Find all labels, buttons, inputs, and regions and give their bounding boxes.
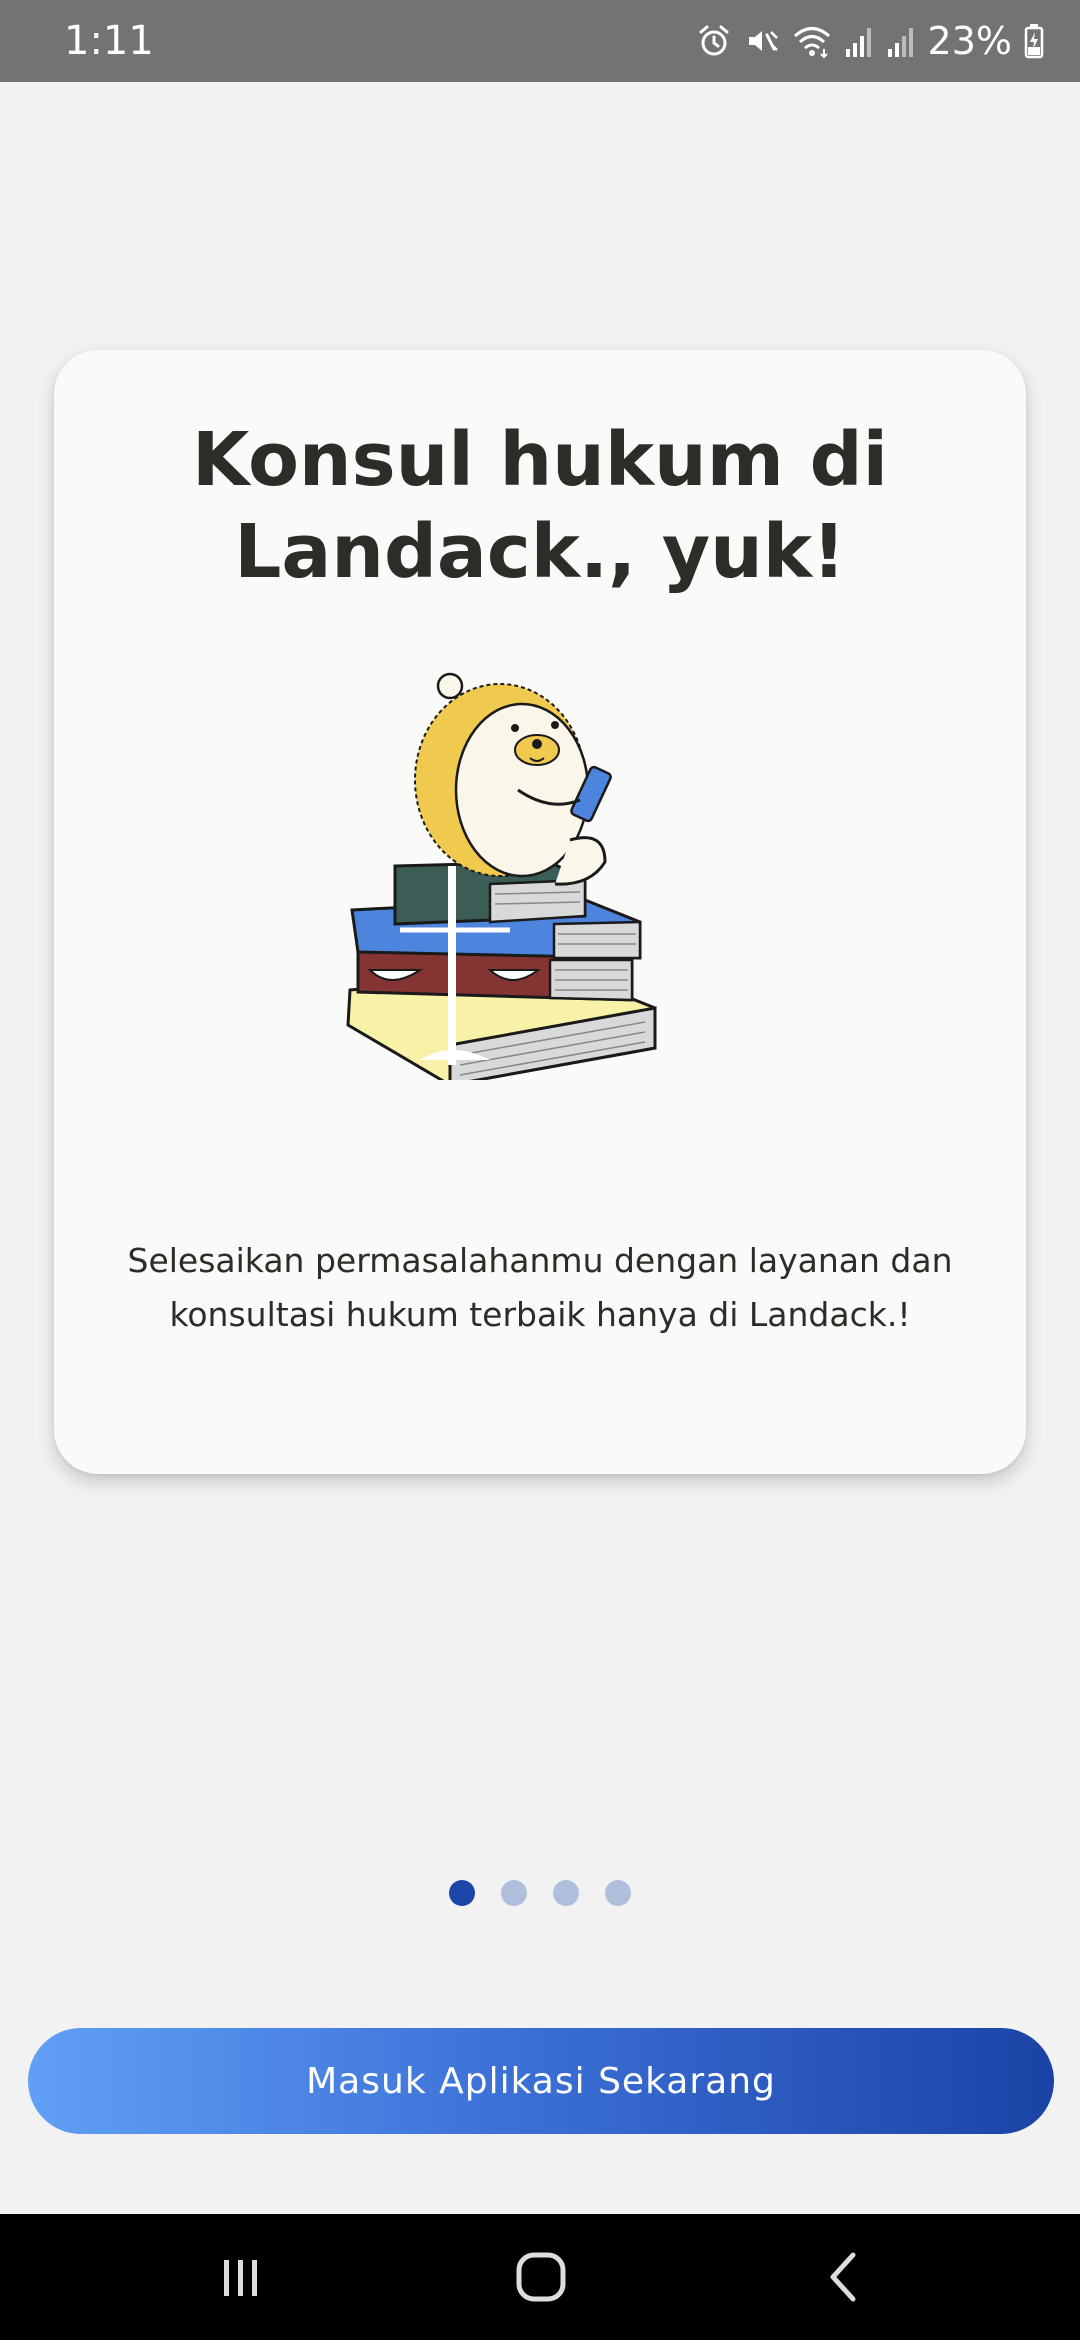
recent-apps-icon[interactable] — [196, 2242, 286, 2312]
home-icon[interactable] — [496, 2242, 586, 2312]
wifi-icon — [792, 23, 832, 59]
page-indicator — [0, 1880, 1080, 1910]
page-dot-3[interactable] — [553, 1880, 579, 1906]
enter-app-button[interactable]: Masuk Aplikasi Sekarang — [28, 2028, 1054, 2134]
battery-charging-icon — [1024, 23, 1044, 59]
back-icon[interactable] — [800, 2242, 890, 2312]
onboarding-title: Konsul hukum di Landack., yuk! — [192, 417, 888, 595]
status-time: 1:11 — [64, 18, 154, 64]
onboarding-description: Selesaikan permasalahanmu dengan layanan… — [127, 1241, 953, 1334]
page-dot-2[interactable] — [501, 1880, 527, 1906]
hedgehog-on-law-books-illustration — [340, 640, 740, 1087]
battery-percent: 23% — [927, 19, 1012, 63]
signal-icon — [844, 23, 874, 59]
signal-icon — [886, 23, 916, 59]
onboarding-card: Konsul hukum di Landack., yuk! Selesaika… — [54, 350, 1026, 1474]
status-bar: 1:11 23% — [0, 0, 1080, 82]
page-dot-1[interactable] — [449, 1880, 475, 1906]
status-icons: 23% — [696, 18, 1044, 64]
alarm-icon — [696, 23, 732, 59]
mute-vibrate-icon — [744, 23, 780, 59]
page-dot-4[interactable] — [605, 1880, 631, 1906]
navigation-bar — [0, 2214, 1080, 2340]
